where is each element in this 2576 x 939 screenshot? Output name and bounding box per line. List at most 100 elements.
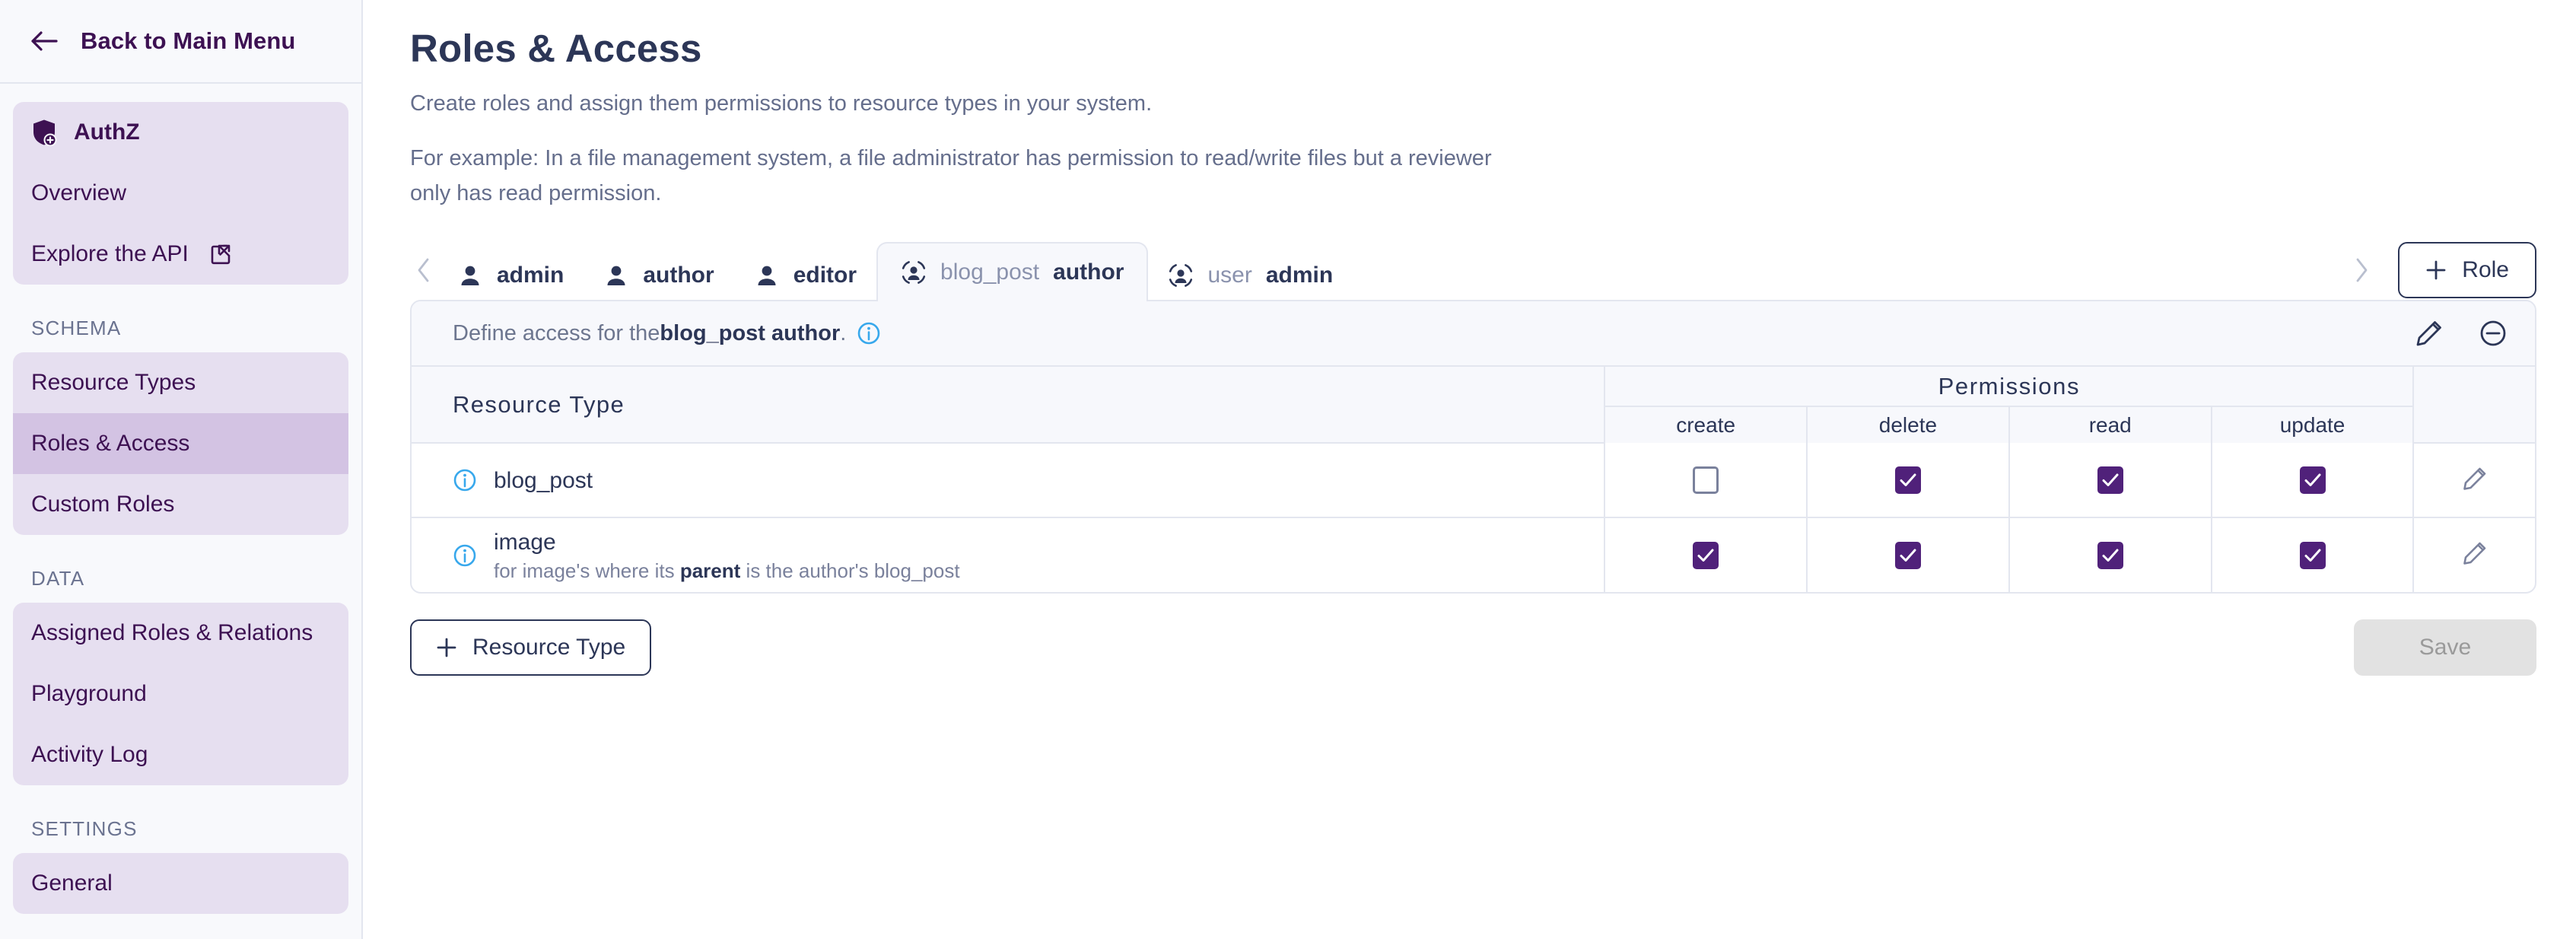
sidebar-item-resource-types[interactable]: Resource Types [13, 352, 348, 413]
permission-cell-read[interactable] [2008, 443, 2212, 518]
info-icon[interactable] [453, 468, 477, 492]
save-button[interactable]: Save [2354, 619, 2536, 676]
tab-user-admin[interactable]: user admin [1148, 250, 1353, 301]
permission-column-delete: delete [1807, 406, 2010, 444]
pencil-icon[interactable] [2462, 540, 2488, 566]
pencil-icon[interactable] [2415, 319, 2444, 348]
tab-prefix-label: user [1207, 263, 1252, 288]
resource-type-name: blog_post [494, 467, 593, 493]
sidebar-item-label: Overview [31, 180, 127, 205]
tab-editor[interactable]: editor [734, 250, 876, 301]
panel-actions [2415, 319, 2508, 348]
permissions-table-head: Resource Type Permissions create delete … [412, 367, 2535, 444]
desc-suffix: is the author's blog_post [740, 559, 960, 583]
tabs-prev-button[interactable] [410, 239, 437, 301]
plus-icon [2425, 259, 2447, 281]
back-to-main-menu-label: Back to Main Menu [81, 27, 296, 54]
sidebar-item-roles-and-access[interactable]: Roles & Access [13, 413, 348, 474]
back-to-main-menu-button[interactable]: Back to Main Menu [0, 0, 361, 84]
user-icon [603, 263, 629, 288]
sidebar-item-label: Playground [31, 681, 147, 706]
permissions-group-header: Permissions [1604, 367, 2415, 408]
row-actions-cell [2413, 517, 2535, 592]
sidebar-item-authz[interactable]: AuthZ [13, 102, 348, 163]
sidebar-section-label: DATA [31, 567, 85, 590]
tab-author[interactable]: author [584, 250, 733, 301]
desc-strong: parent [679, 559, 741, 583]
permission-cell-update[interactable] [2211, 443, 2415, 518]
sidebar-item-label: Roles & Access [31, 431, 190, 456]
page-subtitle: Create roles and assign them permissions… [410, 91, 1153, 116]
add-resource-type-button[interactable]: Resource Type [410, 619, 652, 676]
page-title: Roles & Access [410, 27, 702, 70]
sidebar-item-playground[interactable]: Playground [13, 664, 348, 724]
sidebar-item-label: Custom Roles [31, 492, 175, 517]
info-icon[interactable] [453, 543, 477, 568]
tab-admin[interactable]: admin [437, 250, 584, 301]
sidebar-item-label: Assigned Roles & Relations [31, 620, 313, 645]
permission-cell-delete[interactable] [1807, 517, 2010, 593]
user-icon [754, 263, 780, 288]
panel-footer: Resource Type Save [410, 619, 2536, 676]
sidebar-item-custom-roles[interactable]: Custom Roles [13, 474, 348, 535]
permission-cell-update[interactable] [2211, 517, 2415, 593]
pencil-icon[interactable] [2462, 466, 2488, 492]
permissions-table-body: blog_post image for image's where its pa… [412, 443, 2535, 593]
plus-icon [436, 637, 457, 658]
sidebar-item-label: AuthZ [74, 119, 140, 145]
checkbox-delete[interactable] [1894, 541, 1921, 569]
arrow-left-icon [30, 30, 58, 52]
row-actions-cell [2413, 443, 2535, 517]
minus-circle-icon[interactable] [2479, 319, 2508, 348]
sidebar-section-label: SCHEMA [31, 317, 122, 339]
sidebar-item-general[interactable]: General [13, 853, 348, 914]
permission-cell-create[interactable] [1604, 443, 1808, 518]
add-role-button[interactable]: Role [2398, 242, 2536, 299]
tab-prefix-label: blog_post [940, 259, 1040, 285]
app-root: Back to Main Menu AuthZ Overview Explore… [0, 0, 2576, 939]
sidebar-item-explore-the-api[interactable]: Explore the API [13, 224, 348, 285]
checkbox-update[interactable] [2299, 541, 2326, 569]
sidebar-item-overview[interactable]: Overview [13, 163, 348, 224]
row-actions-column-header [2413, 367, 2535, 444]
sidebar: Back to Main Menu AuthZ Overview Explore… [0, 0, 363, 939]
define-access-text: Define access for the blog_post author. [453, 321, 881, 346]
checkbox-update[interactable] [2299, 466, 2326, 494]
permission-cell-delete[interactable] [1807, 443, 2010, 518]
sidebar-section-label: SETTINGS [31, 817, 138, 840]
chevron-left-icon [418, 259, 429, 282]
role-tabs-bar: admin author editor blog_post author use… [410, 239, 2536, 302]
add-resource-type-label: Resource Type [472, 635, 626, 660]
tab-label: author [643, 263, 714, 288]
info-icon[interactable] [857, 321, 881, 345]
define-prefix: Define access for the [453, 320, 660, 345]
tabs-next-button[interactable] [2348, 239, 2375, 301]
permission-column-update: update [2211, 406, 2415, 444]
user-icon [457, 263, 483, 288]
resource-type-description: for image's where its parent is the auth… [494, 559, 960, 583]
permission-cell-read[interactable] [2008, 517, 2212, 593]
define-role-name: blog_post author [660, 320, 841, 345]
checkbox-read[interactable] [2097, 466, 2123, 494]
tab-label: editor [793, 263, 857, 288]
checkbox-read[interactable] [2097, 541, 2123, 569]
sidebar-item-label: General [31, 871, 113, 896]
permission-cell-create[interactable] [1604, 517, 1808, 593]
checkbox-create[interactable] [1693, 466, 1719, 494]
checkbox-create[interactable] [1693, 541, 1719, 569]
checkbox-delete[interactable] [1894, 466, 1921, 494]
resource-type-name: image [494, 529, 556, 555]
table-row: blog_post [412, 443, 2535, 518]
external-link-icon [210, 244, 231, 265]
sidebar-item-activity-log[interactable]: Activity Log [13, 724, 348, 785]
permissions-table: Resource Type Permissions create delete … [412, 367, 2535, 593]
tab-blog-post-author[interactable]: blog_post author [876, 242, 1149, 302]
sidebar-item-assigned-roles-and-relations[interactable]: Assigned Roles & Relations [13, 603, 348, 664]
tab-label: author [1053, 259, 1124, 285]
define-suffix: . [840, 320, 847, 345]
tab-label: admin [497, 263, 564, 288]
sidebar-section-schema: SCHEMA Resource Types Roles & Access Cus… [13, 285, 348, 535]
define-access-bar: Define access for the blog_post author. [412, 301, 2535, 368]
main-content: Roles & Access Create roles and assign t… [363, 0, 2576, 939]
page-example-text: For example: In a file management system… [410, 145, 1492, 206]
